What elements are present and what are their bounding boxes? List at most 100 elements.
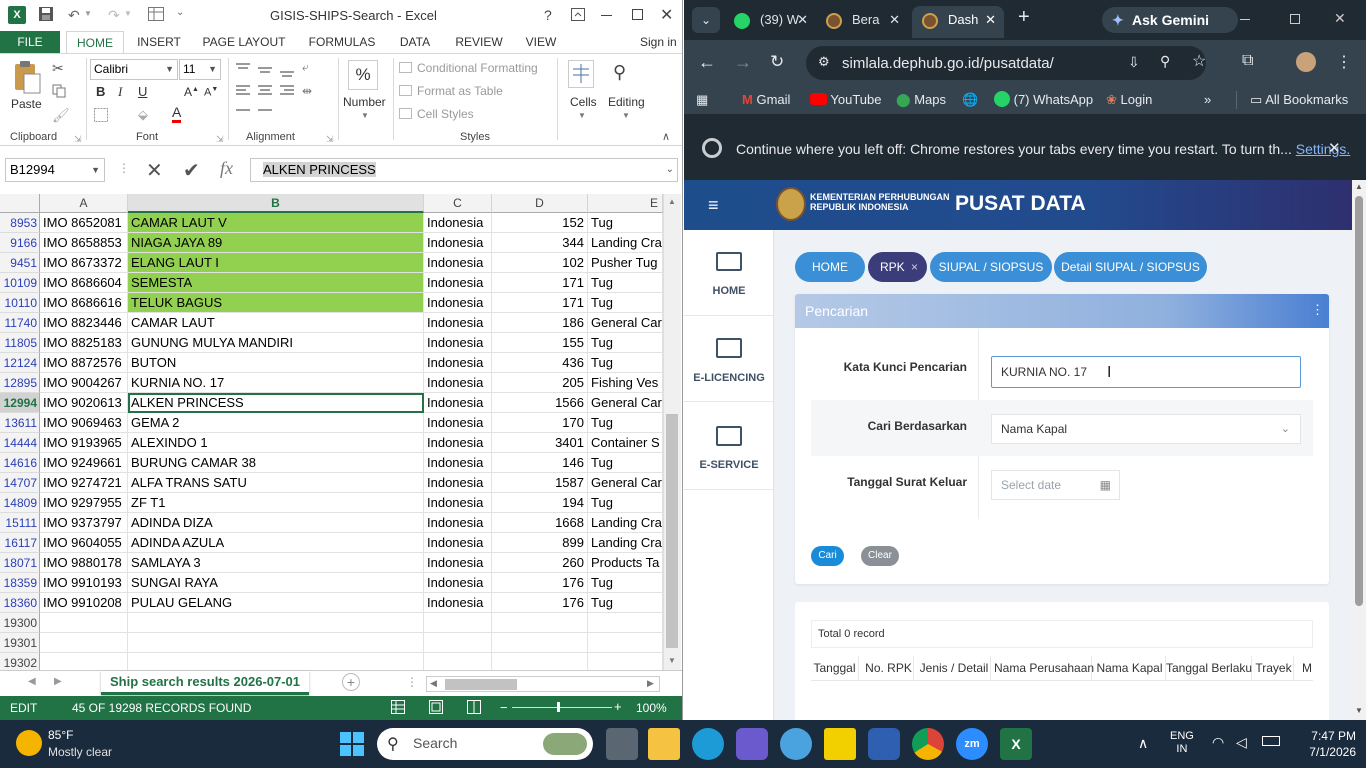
sticky-notes-icon[interactable] <box>824 728 856 760</box>
cell-b[interactable]: NIAGA JAYA 89 <box>128 233 424 253</box>
calendar-icon[interactable]: ▦ <box>1100 471 1111 499</box>
fill-color-icon[interactable]: ⬙ <box>138 107 148 123</box>
collapse-ribbon-icon[interactable]: ∧ <box>662 130 670 143</box>
column-header-c[interactable]: C <box>424 194 492 213</box>
new-sheet-icon[interactable]: + <box>342 673 360 691</box>
cell-a[interactable]: IMO 9910193 <box>40 573 128 593</box>
weather-temp[interactable]: 85°F <box>48 728 73 742</box>
cell-d[interactable]: 176 <box>492 593 588 613</box>
cell-c[interactable]: Indonesia <box>424 513 492 533</box>
cell-e[interactable]: General Car <box>588 393 663 413</box>
cell-e[interactable]: Products Ta <box>588 553 663 573</box>
cell-e[interactable] <box>588 633 663 653</box>
undo-dropdown-icon[interactable]: ▼ <box>84 9 92 18</box>
bookmark-whatsapp[interactable]: (7) WhatsApp <box>994 91 1093 109</box>
cell-d[interactable]: 194 <box>492 493 588 513</box>
cell-b[interactable]: GUNUNG MULYA MANDIRI <box>128 333 424 353</box>
date-input[interactable]: Select date ▦ <box>991 470 1120 500</box>
cell-b[interactable]: ALFA TRANS SATU <box>128 473 424 493</box>
cell-d[interactable]: 1566 <box>492 393 588 413</box>
cell-e[interactable]: Tug <box>588 213 663 233</box>
scroll-left-icon[interactable]: ◀ <box>430 678 437 689</box>
row-header[interactable]: 18071 <box>0 553 40 573</box>
row-header[interactable]: 8953 <box>0 213 40 233</box>
cell-e[interactable]: Tug <box>588 593 663 613</box>
tab-split-icon[interactable]: ⋮ <box>406 675 418 689</box>
close-info-icon[interactable]: ✕ <box>1328 139 1341 157</box>
cell-b[interactable]: SAMLAYA 3 <box>128 553 424 573</box>
percent-icon[interactable]: % <box>348 60 378 90</box>
cell-c[interactable]: Indonesia <box>424 253 492 273</box>
prev-sheet-icon[interactable]: ◀ <box>28 676 36 687</box>
scroll-up-icon[interactable]: ▲ <box>1355 182 1363 191</box>
row-header[interactable]: 13611 <box>0 413 40 433</box>
excel-taskbar-icon[interactable]: X <box>1000 728 1032 760</box>
url-text[interactable]: simlala.dephub.go.id/pusatdata/ <box>842 55 1054 72</box>
row-header[interactable]: 18360 <box>0 593 40 613</box>
scroll-thumb[interactable] <box>666 414 678 648</box>
zoom-slider[interactable] <box>512 707 612 708</box>
start-icon[interactable] <box>340 732 364 756</box>
cell-b[interactable] <box>128 613 424 633</box>
page-break-view-icon[interactable] <box>467 700 481 714</box>
cell-e[interactable]: Landing Cra <box>588 513 663 533</box>
battery-icon[interactable] <box>1262 736 1280 746</box>
cells-dropdown-icon[interactable]: ▼ <box>578 111 586 120</box>
cell-styles-button[interactable]: Cell Styles <box>417 107 474 121</box>
cell-c[interactable]: Indonesia <box>424 433 492 453</box>
cell-a[interactable]: IMO 9193965 <box>40 433 128 453</box>
cell-e[interactable]: Tug <box>588 273 663 293</box>
scroll-down-icon[interactable]: ▼ <box>668 656 676 665</box>
language-indicator[interactable]: ENG IN <box>1170 730 1194 756</box>
select-all-corner[interactable] <box>0 194 40 213</box>
cell-a[interactable]: IMO 8686616 <box>40 293 128 313</box>
increase-font-icon[interactable]: A▲ <box>184 85 199 99</box>
cell-b[interactable]: GEMA 2 <box>128 413 424 433</box>
zoom-slider-thumb[interactable] <box>557 702 560 712</box>
merge-center-icon[interactable]: ⇹ <box>302 84 312 98</box>
chrome-profile-icon[interactable] <box>780 728 812 760</box>
cell-c[interactable]: Indonesia <box>424 453 492 473</box>
crumb-home[interactable]: HOME <box>795 252 865 282</box>
font-size-box[interactable]: 11 ▼ <box>179 59 221 80</box>
cell-a[interactable] <box>40 613 128 633</box>
cell-b[interactable]: CAMAR LAUT <box>128 313 424 333</box>
close-tab-icon[interactable]: ✕ <box>889 6 900 34</box>
ask-gemini-button[interactable]: ✦ Ask Gemini <box>1102 7 1238 33</box>
qat-customize-icon[interactable]: ⌄ <box>176 7 184 18</box>
cell-c[interactable]: Indonesia <box>424 353 492 373</box>
cell-a[interactable]: IMO 9373797 <box>40 513 128 533</box>
cell-a[interactable]: IMO 8686604 <box>40 273 128 293</box>
cell-b[interactable]: BUTON <box>128 353 424 373</box>
cell-c[interactable]: Indonesia <box>424 333 492 353</box>
cell-a[interactable]: IMO 9297955 <box>40 493 128 513</box>
cell-a[interactable] <box>40 653 128 670</box>
cell-d[interactable]: 205 <box>492 373 588 393</box>
font-launcher-icon[interactable]: ⇲ <box>216 134 224 145</box>
cell-c[interactable] <box>424 613 492 633</box>
underline-icon[interactable]: U <box>138 84 147 99</box>
number-label[interactable]: Number <box>343 95 386 109</box>
cell-e[interactable] <box>588 613 663 633</box>
name-box[interactable]: B12994 ▼ <box>5 158 105 182</box>
ribbon-display-options-icon[interactable] <box>571 8 585 21</box>
search-button[interactable]: Cari <box>811 546 844 566</box>
paste-icon[interactable] <box>12 60 42 94</box>
cell-e[interactable]: Tug <box>588 333 663 353</box>
redo-dropdown-icon[interactable]: ▼ <box>124 9 132 18</box>
browser-tab-beranda[interactable]: Bera ✕ <box>816 6 908 38</box>
cell-b[interactable]: ELANG LAUT I <box>128 253 424 273</box>
normal-view-icon[interactable] <box>391 700 405 714</box>
cell-d[interactable] <box>492 653 588 670</box>
cell-e[interactable]: Fishing Ves <box>588 373 663 393</box>
wrap-text-icon[interactable]: ⤶ <box>302 60 309 75</box>
extensions-icon[interactable]: ⧉ <box>1242 52 1253 70</box>
more-bookmarks-icon[interactable]: » <box>1204 91 1211 109</box>
row-header[interactable]: 14616 <box>0 453 40 473</box>
all-bookmarks[interactable]: ▭ All Bookmarks <box>1250 91 1348 109</box>
bookmark-gmail[interactable]: M Gmail <box>742 91 790 109</box>
cells-icon[interactable] <box>568 60 594 88</box>
form-icon[interactable] <box>148 7 164 21</box>
cell-a[interactable]: IMO 9274721 <box>40 473 128 493</box>
cell-b[interactable]: KURNIA NO. 17 <box>128 373 424 393</box>
